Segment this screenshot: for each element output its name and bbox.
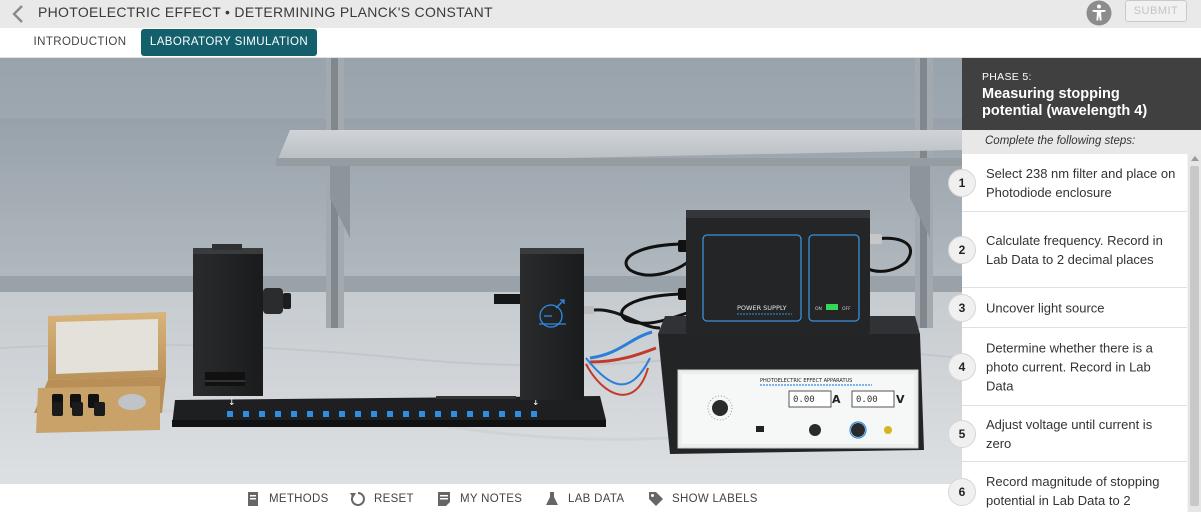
my-notes-label: MY NOTES	[460, 493, 523, 505]
instructions-panel: PHASE 5: Measuring stopping potential (w…	[948, 58, 1201, 512]
step-number: 1	[948, 169, 976, 197]
page-title: PHOTOELECTRIC EFFECT • DETERMINING PLANC…	[38, 4, 493, 20]
power-switch[interactable]	[826, 304, 838, 310]
wavelength-dial	[712, 400, 728, 416]
phase-number: PHASE 5:	[982, 71, 1032, 83]
apparatus-label: PHOTOELECTRIC EFFECT APPARATUS	[760, 378, 852, 384]
step-number: 4	[948, 353, 976, 381]
current-unit: A	[832, 393, 841, 406]
step-item: Adjust voltage until current is zero	[962, 406, 1187, 462]
step-text: Select 238 nm filter and place on Photod…	[986, 165, 1176, 200]
voltage-unit: V	[896, 393, 905, 406]
scroll-up-icon[interactable]	[1191, 156, 1199, 161]
steps-list: Select 238 nm filter and place on Photod…	[962, 154, 1201, 512]
tag-icon	[649, 492, 663, 506]
notes-icon	[438, 492, 450, 506]
flask-icon	[546, 492, 558, 505]
methods-label: METHODS	[269, 493, 329, 505]
current-display: 0.00	[793, 395, 815, 405]
steps-scrollbar[interactable]	[1188, 154, 1201, 512]
step-item: Determine whether there is a photo curre…	[962, 328, 1187, 406]
step-number: 5	[948, 420, 976, 448]
instructions-text: Complete the following steps:	[962, 130, 1201, 154]
back-arrow-icon[interactable]	[10, 3, 26, 25]
step-text: Uncover light source	[986, 300, 1105, 315]
phase-header: PHASE 5: Measuring stopping potential (w…	[962, 58, 1201, 130]
scroll-thumb[interactable]	[1190, 166, 1199, 506]
step-text: Record magnitude of stopping potential i…	[986, 474, 1160, 508]
submit-button[interactable]: SUBMIT	[1125, 0, 1187, 22]
step-number: 3	[948, 294, 976, 322]
step-number: 2	[948, 236, 976, 264]
power-supply-label: POWER SUPPLY	[737, 304, 787, 312]
svg-text:↓: ↓	[228, 398, 236, 408]
step-text: Adjust voltage until current is zero	[986, 416, 1153, 451]
book-icon	[248, 492, 258, 506]
tab-laboratory-simulation[interactable]: LABORATORY SIMULATION	[141, 29, 317, 56]
reset-label: RESET	[374, 493, 414, 505]
phase-title: Measuring stopping potential (wavelength…	[982, 86, 1148, 119]
tab-introduction[interactable]: INTRODUCTION	[24, 29, 136, 56]
step-text: Determine whether there is a photo curre…	[986, 340, 1153, 393]
step-item: Calculate frequency. Record in Lab Data …	[962, 212, 1187, 288]
step-item: Select 238 nm filter and place on Photod…	[962, 154, 1187, 212]
current-calibration-knob	[809, 424, 821, 436]
svg-text:OFF: OFF	[842, 306, 851, 312]
step-text: Calculate frequency. Record in Lab Data …	[986, 232, 1163, 267]
top-bar: PHOTOELECTRIC EFFECT • DETERMINING PLANC…	[0, 0, 1201, 28]
voltage-display: 0.00	[856, 395, 878, 405]
step-number: 6	[948, 478, 976, 506]
lab-data-label: LAB DATA	[568, 493, 625, 505]
accessibility-icon[interactable]	[1086, 0, 1112, 26]
lab-simulation-scene: ↓ ↓ PHOTOELECTRIC EFFECT APPARATUS 0.00 …	[0, 58, 962, 484]
bottom-toolbar: METHODS RESET MY NOTES LAB DATA SHOW LAB…	[0, 484, 962, 512]
show-labels-label: SHOW LABELS	[672, 493, 758, 505]
svg-text:ON: ON	[815, 306, 822, 312]
step-item: Record magnitude of stopping potential i…	[962, 462, 1187, 512]
reset-icon	[350, 492, 365, 506]
voltage-adjust-knob	[851, 423, 865, 437]
step-item: Uncover light source	[962, 288, 1187, 328]
tab-bar: INTRODUCTION LABORATORY SIMULATION	[0, 28, 1201, 58]
